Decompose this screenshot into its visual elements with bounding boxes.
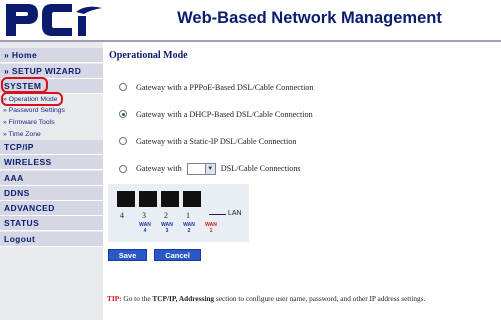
option-static-ip[interactable]: Gateway with a Static-IP DSL/Cable Conne…	[119, 134, 296, 148]
ethernet-port-icon	[117, 191, 135, 207]
chevron-down-icon[interactable]: ▼	[204, 164, 215, 174]
port-number: 4	[120, 211, 124, 220]
radio-static-ip[interactable]	[119, 137, 127, 145]
wan-label: WAN 1	[205, 222, 217, 234]
main-content: Operational Mode Gateway with a PPPoE-Ba…	[103, 42, 501, 320]
sidebar-item-tcpip[interactable]: TCP/IP	[0, 140, 103, 155]
lan-label: LAN	[228, 210, 242, 217]
radio-dhcp[interactable]	[119, 110, 127, 118]
lan-line	[209, 214, 226, 215]
cancel-button[interactable]: Cancel	[154, 249, 201, 261]
wan-label: WAN 2	[183, 222, 195, 234]
option-pppoe-label: Gateway with a PPPoE-Based DSL/Cable Con…	[136, 82, 314, 92]
wan-count-select[interactable]: ▼	[186, 163, 216, 175]
tip-text: TIP: Go to the TCP/IP, Addressing sectio…	[107, 294, 426, 303]
wan-label: WAN 3	[161, 222, 173, 234]
sidebar-item-ddns[interactable]: DDNS	[0, 186, 103, 201]
ethernet-port-icon	[183, 191, 201, 207]
radio-pppoe[interactable]	[119, 83, 127, 91]
ethernet-port-icon	[161, 191, 179, 207]
pci-logo	[6, 4, 102, 36]
option-dhcp-label: Gateway with a DHCP-Based DSL/Cable Conn…	[136, 109, 313, 119]
option-static-ip-label: Gateway with a Static-IP DSL/Cable Conne…	[136, 136, 297, 146]
page-title: Operational Mode	[109, 50, 188, 61]
sidebar-item-aaa[interactable]: AAA	[0, 171, 103, 186]
save-button[interactable]: Save	[108, 249, 147, 261]
ports-diagram: 4 3 2 1 LAN WAN 4 WAN 3 WAN 2 WAN 1	[108, 184, 249, 242]
tip-section-link: TCP/IP, Addressing	[152, 294, 215, 303]
option-pppoe[interactable]: Gateway with a PPPoE-Based DSL/Cable Con…	[119, 80, 314, 94]
sidebar-item-home[interactable]: » Home	[0, 48, 103, 63]
sidebar-item-wireless[interactable]: WIRELESS	[0, 155, 103, 170]
tip-label: TIP:	[107, 294, 122, 303]
operation-mode-highlight-ring	[1, 92, 63, 106]
sidebar-subitem-firmware-tools[interactable]: » Firmware Tools	[0, 117, 103, 129]
option-multi-wan-label: Gateway with ▼ DSL/Cable Connections	[136, 163, 301, 175]
header: Web-Based Network Management	[0, 0, 501, 40]
option-multi-wan-prefix: Gateway with	[136, 163, 182, 173]
sidebar-item-logout[interactable]: Logout	[0, 232, 103, 247]
sidebar-subitem-password-settings[interactable]: » Password Settings	[0, 105, 103, 117]
port-number: 1	[186, 211, 190, 220]
system-highlight-ring	[1, 77, 48, 93]
app-title: Web-Based Network Management	[177, 9, 442, 27]
option-multi-wan-suffix: DSL/Cable Connections	[220, 163, 301, 173]
sidebar: » Home » SETUP WIZARD SYSTEM » Operation…	[0, 42, 103, 320]
radio-multi-wan[interactable]	[119, 165, 127, 173]
port-number: 2	[164, 211, 168, 220]
sidebar-item-status[interactable]: STATUS	[0, 216, 103, 231]
ethernet-port-icon	[139, 191, 157, 207]
option-multi-wan[interactable]: Gateway with ▼ DSL/Cable Connections	[119, 162, 301, 176]
port-number: 3	[142, 211, 146, 220]
wan-label: WAN 4	[139, 222, 151, 234]
option-dhcp[interactable]: Gateway with a DHCP-Based DSL/Cable Conn…	[119, 107, 313, 121]
sidebar-item-advanced[interactable]: ADVANCED	[0, 201, 103, 216]
